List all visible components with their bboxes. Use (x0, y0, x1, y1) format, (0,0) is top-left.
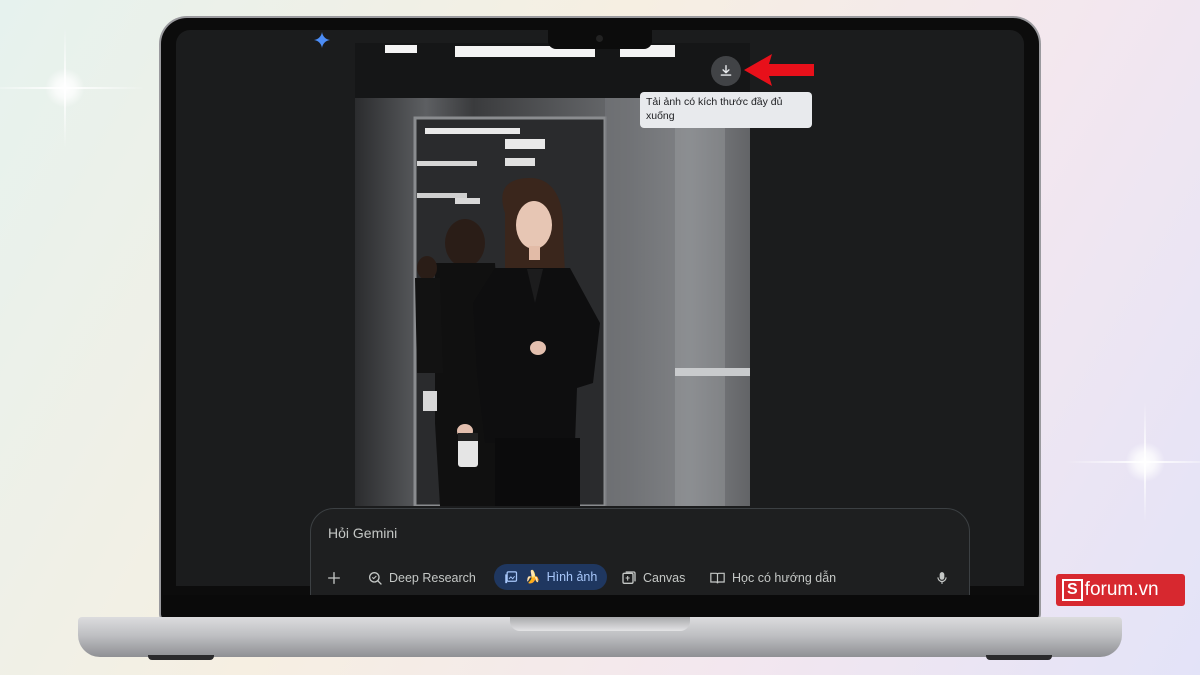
download-tooltip: Tải ảnh có kích thước đầy đủ xuống (640, 92, 812, 128)
red-arrow-annotation (744, 54, 814, 86)
plus-icon (328, 572, 340, 584)
tool-guided-learning[interactable]: Học có hướng dẫn (709, 566, 836, 590)
laptop-foot-left (148, 655, 214, 660)
camera-notch (548, 30, 652, 49)
mic-button[interactable] (935, 566, 949, 590)
laptop-foot-right (986, 655, 1052, 660)
sforum-logo-text: forum.vn (1084, 579, 1159, 600)
tool-canvas[interactable]: Canvas (621, 566, 685, 590)
image-icon (505, 570, 518, 583)
tool-label: Hình ảnh (546, 570, 598, 584)
tool-label: Canvas (643, 571, 686, 585)
download-button[interactable] (711, 56, 741, 86)
laptop-hinge (510, 617, 690, 631)
tool-images[interactable]: 🍌 Hình ảnh (494, 564, 608, 590)
laptop-bottom-bezel (163, 595, 1037, 617)
sforum-logo-letter: S (1062, 579, 1083, 601)
tool-label: Học có hướng dẫn (732, 571, 837, 585)
tool-label: Deep Research (389, 571, 476, 585)
sforum-watermark: S forum.vn (1056, 574, 1185, 606)
prompt-input[interactable]: Hỏi Gemini (328, 525, 397, 541)
download-icon (720, 65, 732, 76)
deep-research-icon (369, 572, 382, 585)
gemini-logo-icon (314, 32, 330, 48)
add-button[interactable] (326, 566, 342, 590)
guided-learning-icon (710, 572, 725, 584)
banana-emoji-icon: 🍌 (525, 569, 541, 584)
tool-deep-research[interactable]: Deep Research (367, 566, 476, 590)
mic-icon (937, 572, 947, 584)
canvas-icon (622, 571, 636, 584)
